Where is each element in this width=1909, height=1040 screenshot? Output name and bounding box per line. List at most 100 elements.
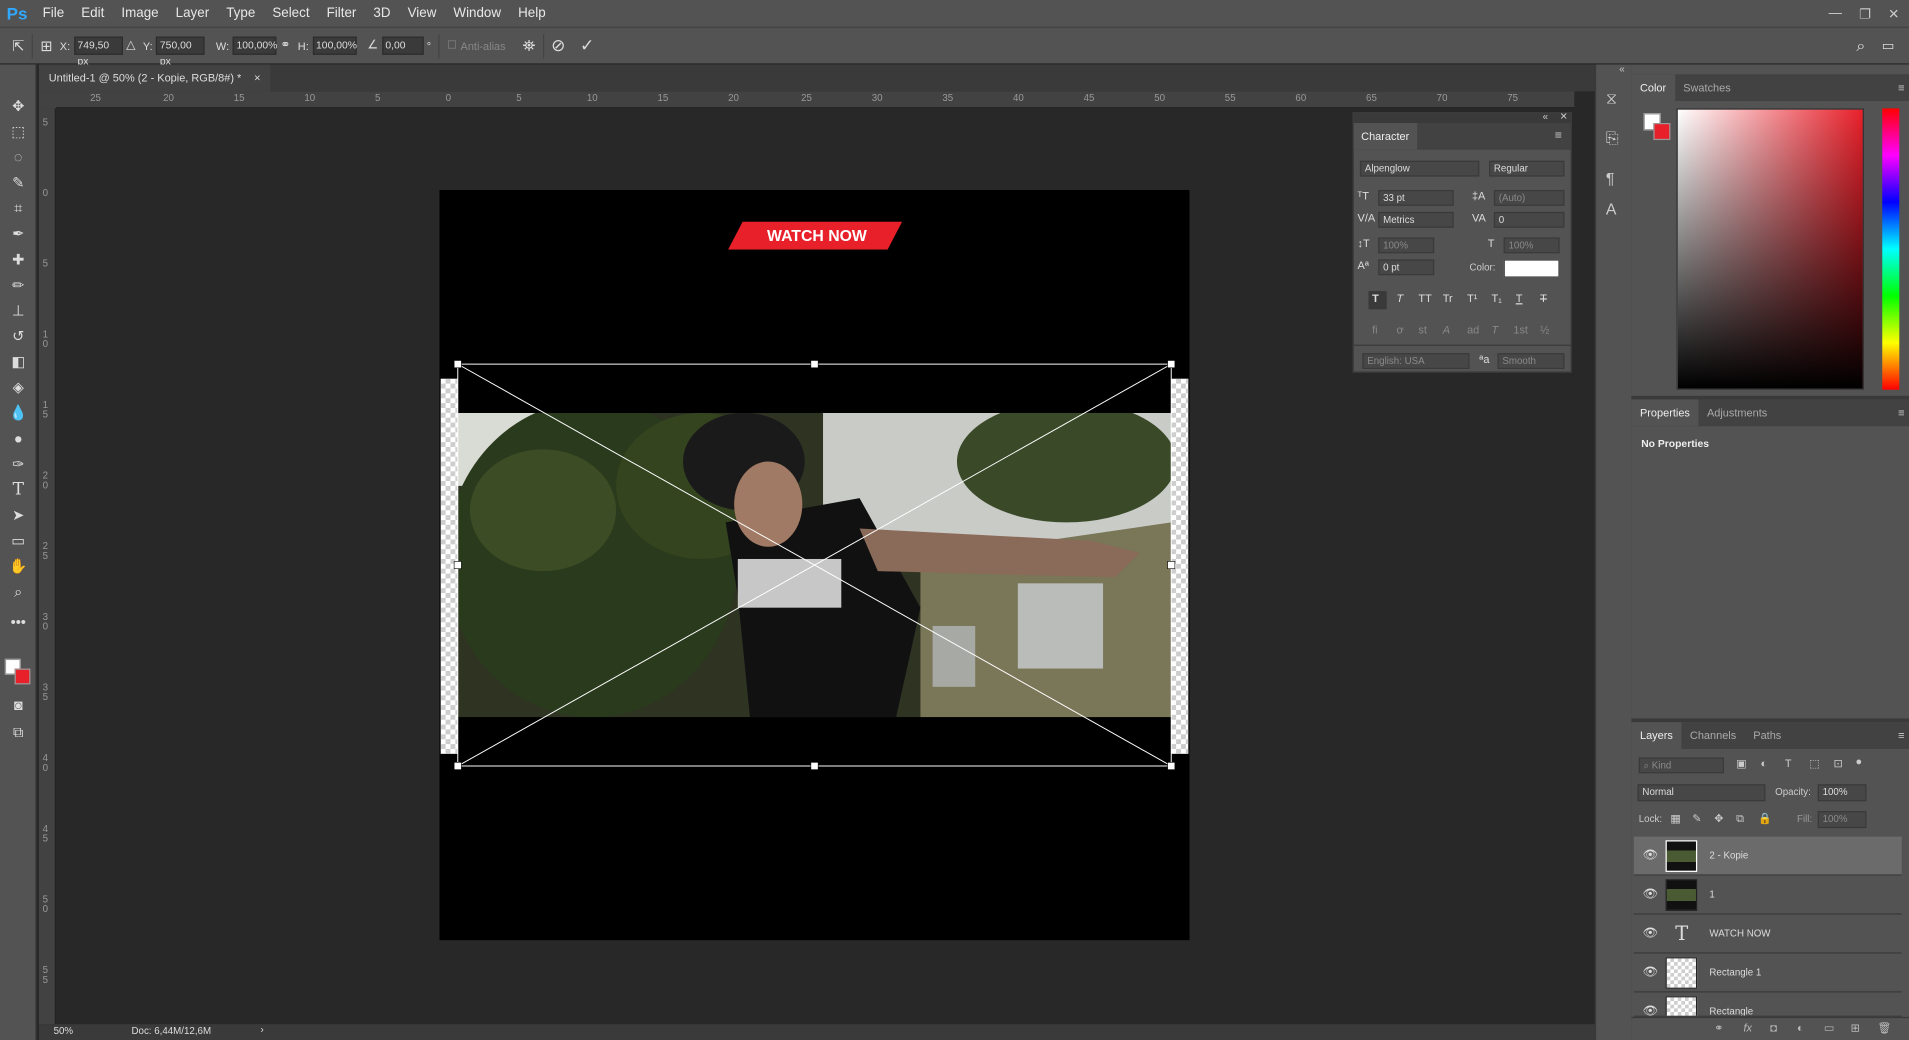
paint-bucket-tool-icon[interactable]: ◈ <box>9 378 28 397</box>
visibility-eye-icon[interactable]: 👁 <box>1642 849 1657 862</box>
commit-transform-icon[interactable]: ✓ <box>580 35 594 56</box>
layer-row[interactable]: 👁 Rectangle <box>1633 993 1902 1017</box>
link-layers-icon[interactable]: ⚭ <box>1714 1022 1723 1035</box>
minimize-icon[interactable]: — <box>1829 6 1842 21</box>
path-selection-tool-icon[interactable]: ➤ <box>9 505 28 524</box>
zoom-tool-icon[interactable]: ⌕ <box>9 582 28 601</box>
status-menu-arrow-icon[interactable]: › <box>261 1024 264 1035</box>
subscript-button[interactable]: T₁ <box>1491 292 1501 304</box>
faux-italic-button[interactable]: T <box>1396 292 1403 304</box>
font-style-select[interactable]: Regular <box>1489 160 1565 177</box>
dodge-tool-icon[interactable]: ● <box>9 429 28 448</box>
baseline-shift-field[interactable]: 0 pt <box>1378 259 1435 276</box>
panel-menu-icon[interactable]: ≡ <box>1555 129 1562 142</box>
menu-view[interactable]: View <box>399 0 445 27</box>
menu-file[interactable]: File <box>34 0 73 27</box>
expand-panels-icon[interactable]: « <box>1619 63 1624 74</box>
lock-all-icon[interactable]: 🔒 <box>1758 812 1772 825</box>
marquee-tool-icon[interactable]: ⬚ <box>9 122 28 141</box>
menu-type[interactable]: Type <box>218 0 264 27</box>
layer-row[interactable]: 👁 1 <box>1633 876 1902 915</box>
color-field-picker[interactable] <box>1676 108 1864 390</box>
text-color-swatch[interactable] <box>1503 259 1560 278</box>
ligatures-button[interactable]: fi <box>1372 324 1377 336</box>
restore-icon[interactable]: ❐ <box>1859 5 1871 22</box>
delta-icon[interactable]: △ <box>126 39 135 52</box>
menu-edit[interactable]: Edit <box>73 0 113 27</box>
tab-adjustments[interactable]: Adjustments <box>1698 399 1775 426</box>
rectangle-tool-icon[interactable]: ▭ <box>9 531 28 550</box>
lasso-tool-icon[interactable]: ◌ <box>9 147 28 166</box>
layer-filter-kind[interactable]: ⌕ Kind <box>1638 757 1724 774</box>
collapse-panel-icon[interactable]: « <box>1543 111 1548 122</box>
layer-row[interactable]: 👁 T WATCH NOW <box>1633 915 1902 954</box>
width-field[interactable]: 100,00% <box>232 36 277 55</box>
zoom-level[interactable]: 50% <box>54 1025 73 1036</box>
superscript-button[interactable]: T¹ <box>1467 292 1477 304</box>
fill-field[interactable]: 100% <box>1817 811 1867 829</box>
document-tab[interactable]: Untitled-1 @ 50% (2 - Kopie, RGB/8#) * × <box>38 64 271 92</box>
vertical-scale-field[interactable]: 100% <box>1378 237 1435 254</box>
paragraph-panel-icon[interactable]: ¶ <box>1606 169 1615 187</box>
layer-row[interactable]: 👁 Rectangle 1 <box>1633 954 1902 993</box>
tab-swatches[interactable]: Swatches <box>1675 74 1740 101</box>
language-select[interactable]: English: USA <box>1362 353 1470 369</box>
filter-shape-icon[interactable]: ⬚ <box>1809 757 1819 770</box>
transform-tool-icon[interactable]: ⇱ <box>12 37 24 54</box>
menu-3d[interactable]: 3D <box>365 0 399 27</box>
filter-toggle-icon[interactable]: ● <box>1855 755 1862 767</box>
brush-tool-icon[interactable]: ✏ <box>9 275 28 294</box>
hand-tool-icon[interactable]: ✋ <box>9 557 28 576</box>
tracking-field[interactable]: 0 <box>1493 211 1565 228</box>
tab-channels[interactable]: Channels <box>1681 722 1744 749</box>
reference-point-icon[interactable]: ⊞ <box>40 37 52 54</box>
lock-position-icon[interactable]: ✥ <box>1714 812 1723 825</box>
leading-field[interactable]: (Auto) <box>1493 189 1565 206</box>
filter-pixel-icon[interactable]: ▣ <box>1736 757 1746 770</box>
new-group-icon[interactable]: ▭ <box>1824 1022 1834 1035</box>
stylistic-alternates-button[interactable]: ad <box>1467 324 1479 336</box>
lock-transparent-icon[interactable]: ▦ <box>1670 812 1680 825</box>
opacity-field[interactable]: 100% <box>1817 784 1867 802</box>
tab-color[interactable]: Color <box>1631 74 1675 102</box>
kerning-field[interactable]: Metrics <box>1378 211 1454 228</box>
antialias-select[interactable]: Smooth <box>1497 353 1565 369</box>
faux-bold-button[interactable]: T <box>1372 292 1379 304</box>
crop-tool-icon[interactable]: ⌗ <box>9 199 28 218</box>
delete-layer-icon[interactable]: 🗑 <box>1877 1022 1891 1035</box>
background-color-swatch[interactable] <box>14 668 31 685</box>
swash-button[interactable]: A <box>1443 324 1450 336</box>
rotation-field[interactable]: 0,00 <box>381 36 424 55</box>
layer-row[interactable]: 👁 2 - Kopie <box>1633 836 1902 876</box>
character-tab[interactable]: Character <box>1353 122 1417 150</box>
x-position-field[interactable]: 749,50 px <box>73 36 123 67</box>
adjustment-layer-icon[interactable]: ◐ <box>1797 1022 1804 1034</box>
lock-artboard-icon[interactable]: ⧉ <box>1736 812 1744 825</box>
visibility-eye-icon[interactable]: 👁 <box>1642 927 1657 940</box>
menu-layer[interactable]: Layer <box>167 0 218 27</box>
character-panel-icon[interactable]: A <box>1606 200 1617 218</box>
visibility-eye-icon[interactable]: 👁 <box>1642 888 1657 901</box>
history-brush-tool-icon[interactable]: ↺ <box>9 326 28 345</box>
move-tool-icon[interactable]: ✥ <box>9 96 28 115</box>
filter-type-icon[interactable]: T <box>1785 757 1792 769</box>
fractions-button[interactable]: ½ <box>1540 324 1549 336</box>
eraser-tool-icon[interactable]: ◧ <box>9 352 28 371</box>
hue-slider[interactable] <box>1882 108 1900 390</box>
menu-window[interactable]: Window <box>445 0 510 27</box>
close-panel-icon[interactable]: ✕ <box>1560 111 1568 122</box>
new-layer-icon[interactable]: ⊞ <box>1851 1022 1860 1035</box>
color-background-swatch[interactable] <box>1653 122 1671 141</box>
more-tools-icon[interactable]: ••• <box>9 613 28 632</box>
tab-properties[interactable]: Properties <box>1631 399 1699 427</box>
font-family-select[interactable]: Alpenglow <box>1359 160 1480 177</box>
quick-mask-icon[interactable]: ◙ <box>9 695 28 714</box>
discretionary-ligatures-button[interactable]: st <box>1418 324 1427 336</box>
close-window-icon[interactable]: ✕ <box>1888 5 1899 22</box>
menu-filter[interactable]: Filter <box>318 0 365 27</box>
small-caps-button[interactable]: Tr <box>1443 292 1453 304</box>
lock-image-icon[interactable]: ✎ <box>1692 812 1701 825</box>
history-panel-icon[interactable]: ⧖ <box>1606 89 1617 108</box>
blur-tool-icon[interactable]: 💧 <box>9 403 28 422</box>
font-size-field[interactable]: 33 pt <box>1378 189 1454 206</box>
